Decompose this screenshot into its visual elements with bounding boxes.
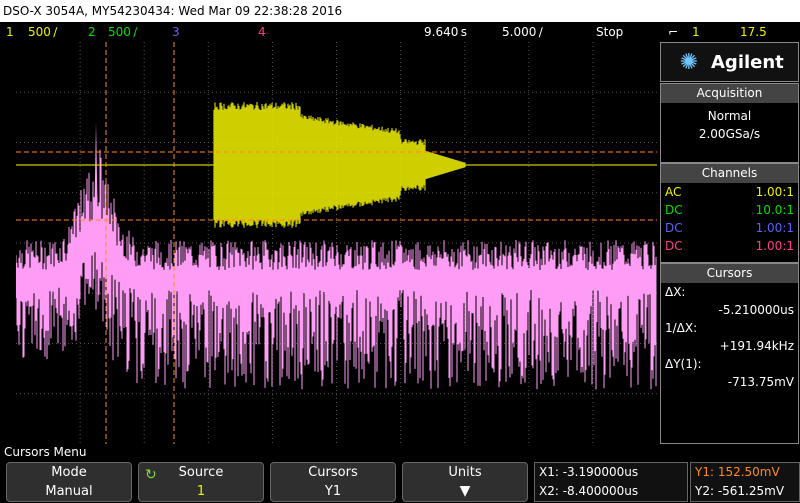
y1-readout: Y1: 152.50mV [695, 465, 780, 479]
units-label: Units [448, 465, 482, 480]
mode-value: Manual [45, 484, 93, 499]
channel-row-2[interactable]: DC 10.0:1 [661, 201, 798, 219]
trigger-edge-icon: ⌐ [668, 25, 679, 39]
x-cursor-readout: X1: -3.190000us X2: -8.400000us [534, 462, 688, 502]
ch3-number[interactable]: 3 [172, 22, 180, 42]
acquisition-box[interactable]: Acquisition Normal 2.00GSa/s [660, 83, 799, 163]
channel-row-3[interactable]: DC 1.00:1 [661, 219, 798, 237]
acquisition-mode: Normal [707, 109, 752, 123]
scope-title: DSO-X 3054A, MY54230434: Wed Mar 09 22:3… [3, 4, 343, 18]
dx-label: ΔX: [665, 285, 686, 299]
waveform-display[interactable] [16, 42, 657, 444]
channels-header: Channels [661, 164, 798, 183]
dx-value: -5.210000us [718, 303, 794, 317]
cursors-value: Y1 [324, 484, 342, 499]
brand-name: Agilent [711, 52, 784, 73]
y-cursor-readout: Y1: 152.50mV Y2: -561.25mV [690, 462, 800, 502]
ch4-number[interactable]: 4 [258, 22, 266, 42]
units-softkey[interactable]: Units ▼ [402, 462, 528, 502]
channel-status-bar: 1 500 ∕ 2 500 ∕ 3 4 9.640 s 5.000 ∕ Stop… [0, 22, 800, 42]
channel-coupling: DC [665, 203, 683, 217]
channel-probe: 1.00:1 [755, 185, 794, 199]
timebase-readout: 5.000 ∕ [502, 25, 543, 39]
x2-readout: X2: -8.400000us [539, 484, 639, 498]
ch1-number[interactable]: 1 [6, 22, 14, 42]
channel-coupling: DC [665, 239, 683, 253]
x1-readout: X1: -3.190000us [539, 465, 639, 479]
channel-probe: 1.00:1 [755, 221, 794, 235]
channel-coupling: AC [665, 185, 682, 199]
ch2-number[interactable]: 2 [88, 22, 96, 42]
channel-row-1[interactable]: AC 1.00:1 [661, 183, 798, 201]
mode-label: Mode [51, 465, 87, 480]
channels-box[interactable]: Channels AC 1.00:1 DC 10.0:1 DC 1.00:1 DC 1.00:… [660, 163, 799, 263]
mode-softkey[interactable]: Mode Manual [6, 462, 132, 502]
right-side-panel: ✺ Agilent Acquisition Normal 2.00GSa/s C… [660, 42, 800, 444]
submenu-arrow-icon: ▼ [459, 483, 471, 499]
cursors-softkey[interactable]: Cursors Y1 [270, 462, 396, 502]
ch2-scale: 500 ∕ [108, 25, 138, 39]
acquisition-rate: 2.00GSa/s [698, 127, 761, 141]
softkey-bar: Mode Manual ↻ Source 1 Cursors Y1 Units … [0, 460, 800, 503]
cursors-header: Cursors [661, 264, 798, 283]
channel-probe: 10.0:1 [755, 203, 794, 217]
channel-probe: 1.00:1 [755, 239, 794, 253]
channel-coupling: DC [665, 221, 683, 235]
source-value: 1 [196, 484, 206, 499]
dy-value: -713.75mV [727, 375, 794, 389]
inv-dx-label: 1/ΔX: [665, 321, 698, 335]
source-label: Source [178, 465, 224, 480]
trigger-source: 1 [692, 25, 700, 39]
trigger-level: 17.5 [740, 25, 770, 39]
entry-knob-icon: ↻ [145, 467, 157, 483]
cursors-label: Cursors [308, 465, 358, 480]
source-softkey[interactable]: ↻ Source 1 [138, 462, 264, 502]
acquisition-header: Acquisition [661, 84, 798, 103]
ch1-scale: 500 ∕ [28, 25, 58, 39]
menu-title: Cursors Menu [0, 444, 800, 460]
dy-label: ΔY(1): [665, 357, 702, 371]
channel-row-4[interactable]: DC 1.00:1 [661, 237, 798, 255]
title-bar: DSO-X 3054A, MY54230434: Wed Mar 09 22:3… [0, 0, 800, 22]
run-state: Stop [596, 25, 624, 39]
delay-readout: 9.640 s [424, 25, 468, 39]
cursors-box[interactable]: Cursors ΔX: -5.210000us 1/ΔX: +191.94kHz… [660, 263, 799, 444]
y2-readout: Y2: -561.25mV [695, 484, 785, 498]
brand-logo: ✺ Agilent [660, 42, 799, 82]
inv-dx-value: +191.94kHz [719, 339, 794, 353]
agilent-spark-icon: ✺ [679, 50, 699, 75]
